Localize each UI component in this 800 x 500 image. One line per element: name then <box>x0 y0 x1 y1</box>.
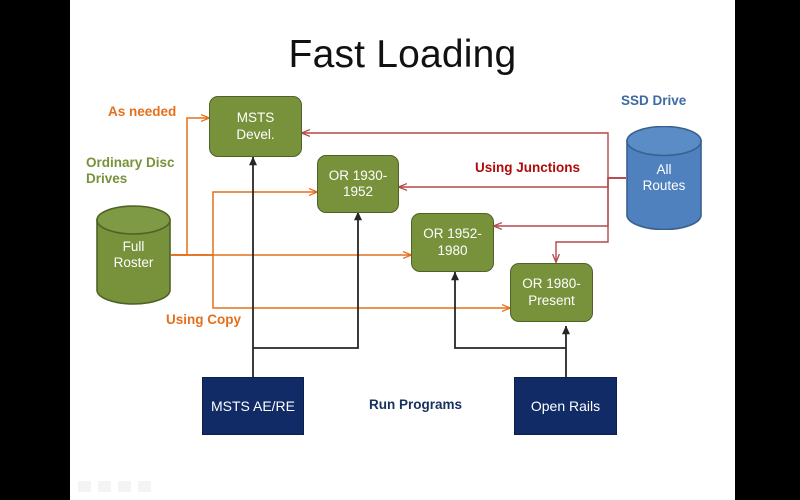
menu-icon[interactable] <box>138 481 151 492</box>
slide-icon[interactable] <box>118 481 131 492</box>
process-box-msts-devel[interactable]: MSTS Devel. <box>209 96 302 157</box>
label-using-junctions: Using Junctions <box>475 160 581 175</box>
letterbox-right <box>735 0 800 500</box>
arrow-routes-to-or-1952 <box>494 177 626 226</box>
label-using-copy: Using Copy <box>166 312 242 327</box>
program-box-msts-ae-re[interactable]: MSTS AE/RE <box>202 377 304 435</box>
cylinder-all-routes-label: All Routes <box>642 161 686 193</box>
arrow-mstsaere-to-or-1930 <box>253 211 362 349</box>
screenshot-stage: Fast Loading Full Roster All Routes MSTS… <box>0 0 800 500</box>
cylinder-full-roster[interactable]: Full Roster <box>96 205 171 305</box>
program-box-open-rails[interactable]: Open Rails <box>514 377 617 435</box>
label-run-programs: Run Programs <box>369 397 463 412</box>
presentation-slide: Fast Loading Full Roster All Routes MSTS… <box>70 0 735 500</box>
arrow-roster-to-msts-devel <box>171 118 209 256</box>
cylinder-all-routes[interactable]: All Routes <box>626 126 702 230</box>
arrow-roster-to-or-1930 <box>171 192 317 256</box>
arrow-routes-to-or-1980 <box>556 177 626 262</box>
letterbox-left <box>0 0 70 500</box>
label-ssd-drive: SSD Drive <box>621 93 687 108</box>
pointer-icon[interactable] <box>78 481 91 492</box>
page-title: Fast Loading <box>288 33 517 76</box>
arrow-routes-to-or-1930 <box>399 177 626 187</box>
annotation-toolbar[interactable] <box>78 481 151 492</box>
label-as-needed: As needed <box>108 104 177 119</box>
process-box-or-1930-1952[interactable]: OR 1930- 1952 <box>317 155 399 213</box>
cylinder-full-roster-label: Full Roster <box>113 238 154 270</box>
process-box-or-1952-1980[interactable]: OR 1952- 1980 <box>411 213 494 272</box>
process-box-or-1980-present[interactable]: OR 1980- Present <box>510 263 593 322</box>
label-ordinary-disc-drives: Ordinary Disc Drives <box>86 155 175 186</box>
pen-icon[interactable] <box>98 481 111 492</box>
